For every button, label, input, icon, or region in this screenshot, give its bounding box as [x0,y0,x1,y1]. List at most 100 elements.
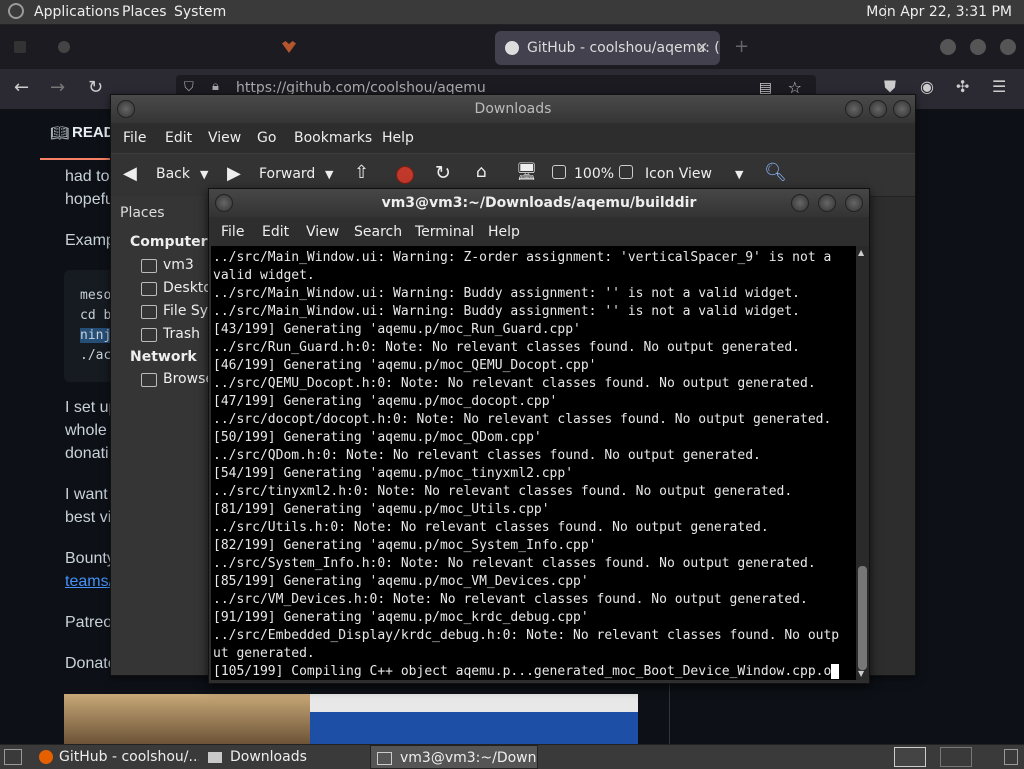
menu-terminal[interactable]: Terminal [415,224,474,240]
close-icon[interactable] [845,194,863,212]
inactive-tab-favicon-icon[interactable] [282,41,296,53]
forward-arrow-icon[interactable]: → [50,77,65,98]
scroll-down-icon[interactable]: ▼ [858,669,864,678]
close-icon[interactable] [893,100,911,118]
menu-view[interactable]: View [306,224,339,240]
back-arrow-icon[interactable]: ← [14,77,29,98]
close-window-icon[interactable] [1000,39,1016,55]
menu-bookmarks[interactable]: Bookmarks [294,130,372,146]
workspace-2-icon[interactable] [940,747,972,767]
terminal-scrollbar[interactable]: ▲ ▼ [856,246,869,680]
taskbar-item-label: Downloads [230,749,307,765]
close-tab-icon[interactable]: ✕ [696,31,708,65]
window-menu-icon[interactable] [215,194,233,212]
menu-edit[interactable]: Edit [262,224,289,240]
terminal-line: [81/199] Generating 'aqemu.p/moc_Utils.c… [213,502,550,517]
hamburger-menu-icon[interactable]: ☰ [992,77,1006,96]
tab-list-icon[interactable] [14,41,26,53]
text-cursor [831,664,840,679]
show-desktop-icon[interactable] [4,749,22,765]
terminal-line: ../src/QEMU_Docopt.h:0: Note: No relevan… [213,376,816,391]
terminal-line: ../src/QDom.h:0: Note: No relevant class… [213,448,761,463]
terminal-line: ../src/System_Info.h:0: Note: No relevan… [213,556,816,571]
terminal-line: ../src/docopt/docopt.h:0: Note: No relev… [213,412,832,427]
site-info-icon[interactable]: ⛉ [184,80,194,95]
clock[interactable]: Mon Apr 22, 3:31 PM [866,4,1012,20]
menu-view[interactable]: View [208,130,241,146]
workspace-1-icon[interactable] [894,747,926,767]
tab-github-active[interactable]: GitHub - coolshou/aqemu: ( ✕ [495,31,720,65]
zoom-out-icon[interactable] [552,165,566,179]
search-icon[interactable]: 🔍︎ [764,162,787,183]
back-history-chevron-icon[interactable]: ▼ [200,168,208,181]
taskbar-item-terminal[interactable]: vm3@vm3:~/Downl... [370,745,538,769]
terminal-titlebar[interactable]: vm3@vm3:~/Downloads/aqemu/builddir [209,189,869,217]
menu-file[interactable]: File [221,224,244,240]
menu-search[interactable]: Search [354,224,402,240]
system-menu[interactable]: System [174,4,226,20]
inactive-tab[interactable] [58,41,70,53]
menu-go[interactable]: Go [257,130,276,146]
taskbar-item-firefox[interactable]: GitHub - coolshou/... [33,745,199,769]
scrollbar-thumb[interactable] [858,566,867,670]
terminal-menubar: File Edit View Search Terminal Help [209,217,869,245]
forward-history-chevron-icon[interactable]: ▼ [325,168,333,181]
maximize-icon[interactable] [818,194,836,212]
back-arrow-icon[interactable]: ◀ [123,163,137,184]
terminal-title: vm3@vm3:~/Downloads/aqemu/builddir [381,195,697,211]
back-button[interactable]: Back [156,166,190,182]
up-arrow-icon[interactable]: ⇧ [354,162,369,183]
home-icon[interactable]: ⌂ [476,162,487,182]
places-menu[interactable]: Places [122,4,167,20]
paragraph-text: had to [65,168,110,185]
reload-icon[interactable]: ↻ [88,77,103,98]
network-heading: Network [130,349,197,365]
distro-logo-icon[interactable] [8,3,24,19]
bounty-text: Bounty [65,550,115,567]
menu-help[interactable]: Help [488,224,520,240]
minimize-icon[interactable] [791,194,809,212]
extensions-icon[interactable]: ✣ [956,77,969,96]
home-folder-icon [141,259,157,273]
applications-menu[interactable]: Applications [34,4,120,20]
window-menu-icon[interactable] [117,100,135,118]
lock-icon[interactable]: 🔒︎ [212,79,219,94]
terminal-line: ../src/Main_Window.ui: Warning: Buddy as… [213,304,800,319]
zoom-in-icon[interactable] [619,165,633,179]
computer-heading: Computer [130,234,208,250]
paragraph-text: hopefu [65,191,114,208]
menu-file[interactable]: File [123,130,146,146]
sidebar-item-vm3[interactable]: vm3 [163,257,194,273]
scroll-up-icon[interactable]: ▲ [858,248,864,257]
menu-edit[interactable]: Edit [165,130,192,146]
sidebar-header[interactable]: Places [120,205,165,221]
bounty-link[interactable]: teams/ [65,573,113,591]
forward-button[interactable]: Forward [259,166,315,182]
donate-text: Donate [65,655,117,672]
computer-icon[interactable]: 🖥︎ [516,162,538,182]
downloads-titlebar[interactable]: Downloads [111,95,915,123]
new-tab-icon[interactable]: + [734,33,749,61]
minimize-icon[interactable] [845,100,863,118]
terminal-output[interactable]: ../src/Main_Window.ui: Warning: Z-order … [211,246,856,680]
network-icon [141,373,157,387]
view-mode-select[interactable]: Icon View [645,166,712,182]
sidebar-item-browse-network[interactable]: Browse [163,371,214,387]
top-panel: Applications Places System Mon Apr 22, 3… [0,0,1024,25]
taskbar-item-downloads[interactable]: Downloads [202,745,368,769]
sidebar-item-trash[interactable]: Trash [163,326,200,342]
terminal-line: ../src/Run_Guard.h:0: Note: No relevant … [213,340,800,355]
menu-help[interactable]: Help [382,130,414,146]
terminal-line: [54/199] Generating 'aqemu.p/moc_tinyxml… [213,466,574,481]
trash-applet-icon[interactable] [1004,749,1018,765]
reload-icon[interactable]: ↻ [435,162,451,184]
window-title: Downloads [474,101,552,117]
maximize-icon[interactable] [869,100,887,118]
view-mode-chevron-icon[interactable]: ▼ [735,168,743,181]
minimize-icon[interactable] [940,39,956,55]
folder-icon [208,751,222,763]
account-icon[interactable]: ◉ [920,77,934,96]
maximize-icon[interactable] [970,39,986,55]
forward-arrow-icon[interactable]: ▶ [227,163,241,184]
stop-icon[interactable] [396,166,414,184]
